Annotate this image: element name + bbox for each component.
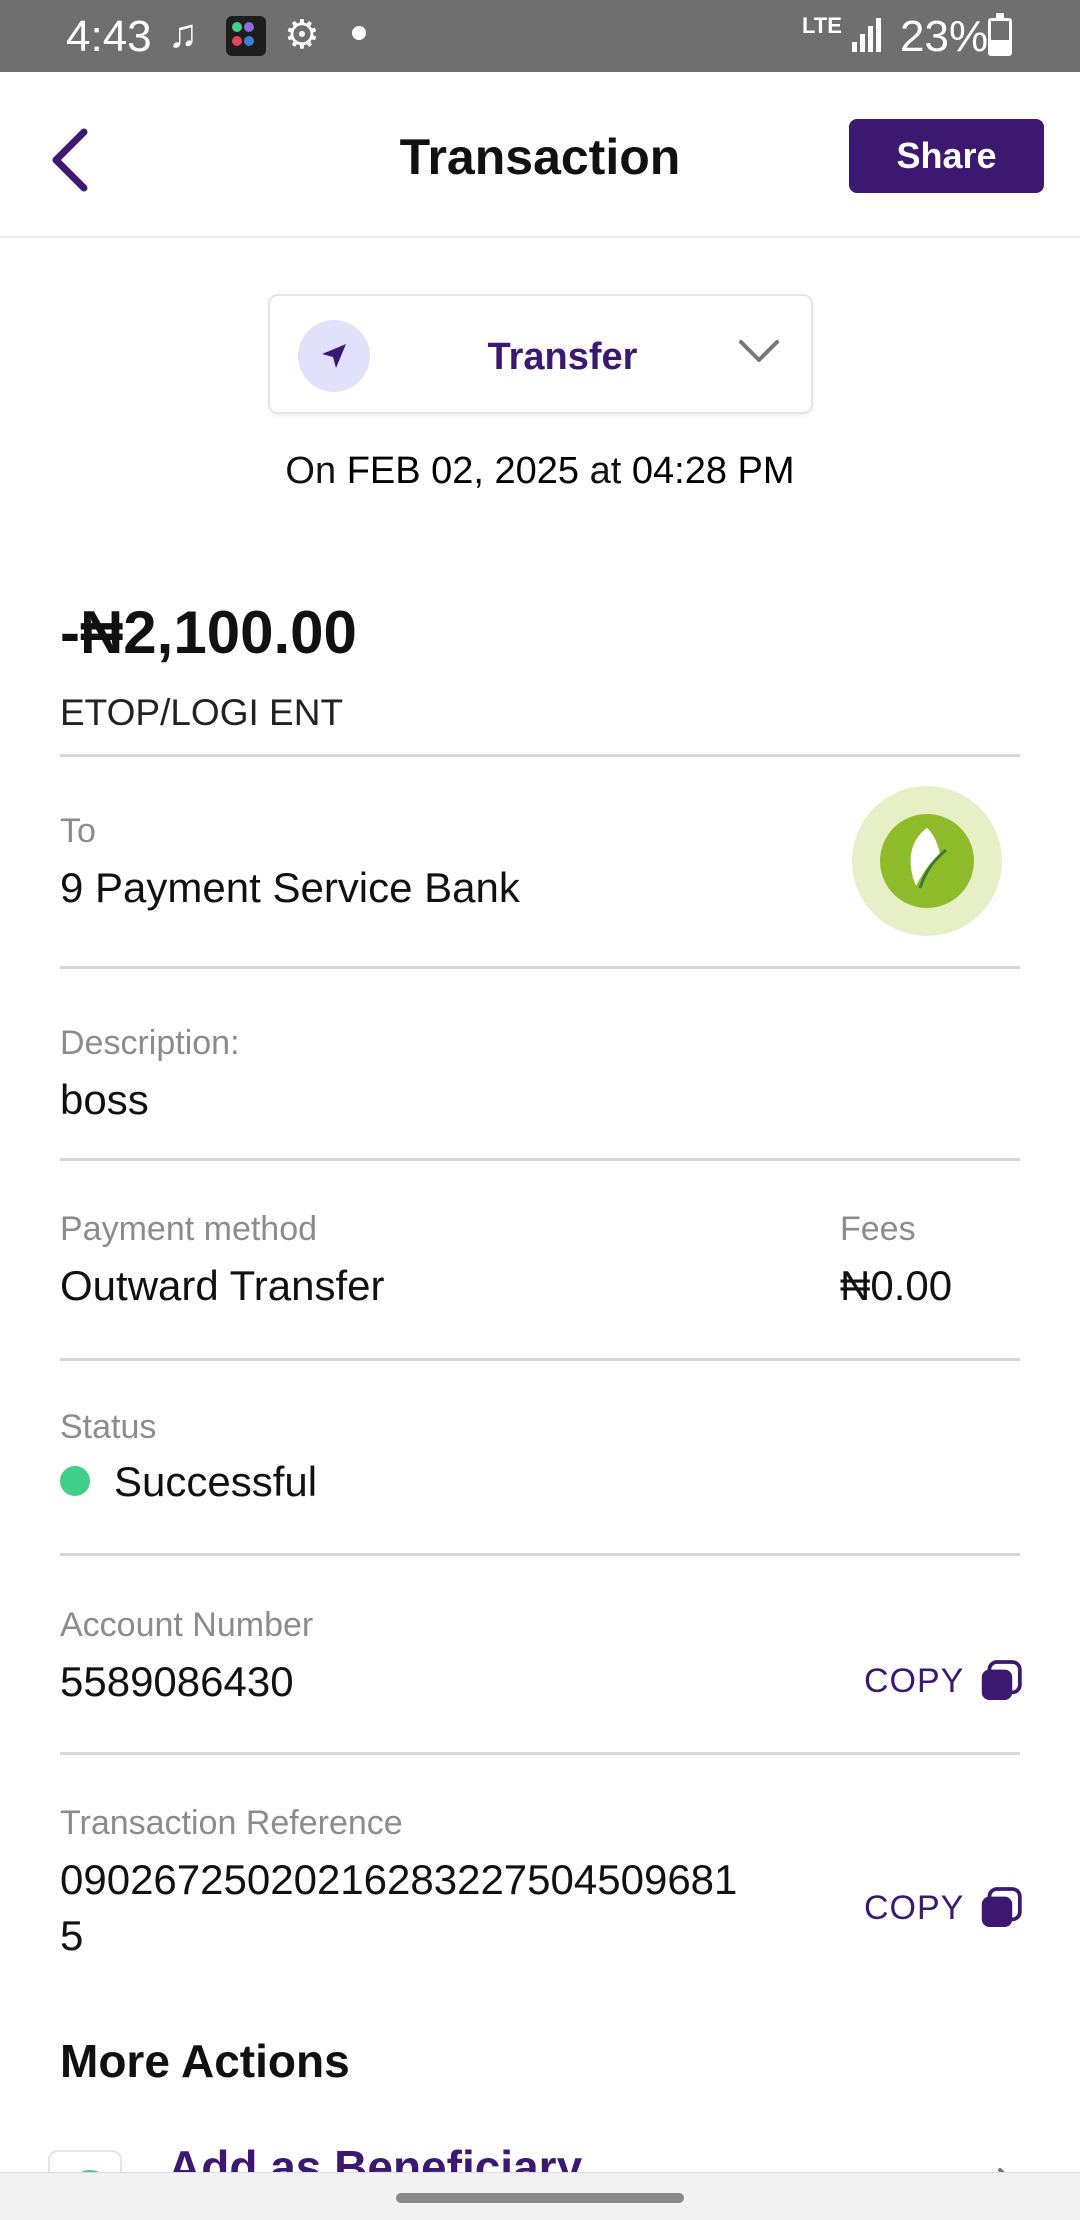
divider [60, 754, 1020, 757]
divider [60, 966, 1020, 969]
copy-account-number-button[interactable]: COPY [864, 1651, 1024, 1711]
copy-reference-button[interactable]: COPY [864, 1878, 1024, 1938]
share-button[interactable]: Share [849, 119, 1044, 193]
reference-value-line2: 5 [60, 1912, 84, 1959]
divider [60, 1752, 1020, 1755]
gear-icon: ⚙ [284, 13, 320, 57]
system-nav-bar [0, 2172, 1080, 2220]
copy-label: COPY [864, 1888, 965, 1927]
account-number-value: 5589086430 [60, 1658, 294, 1705]
datetime-at: at [589, 450, 622, 492]
network-type: LTE [802, 13, 842, 38]
reference-label: Transaction Reference [60, 1804, 403, 1842]
divider [60, 1358, 1020, 1361]
app-header: Transaction Share [0, 72, 1080, 238]
to-label: To [60, 812, 96, 850]
datetime-prefix: On [285, 450, 337, 492]
chevron-down-icon [739, 340, 779, 362]
account-number-label: Account Number [60, 1606, 314, 1644]
home-indicator[interactable] [396, 2193, 684, 2203]
notification-dot-icon [352, 26, 366, 40]
fees-label: Fees [840, 1210, 916, 1248]
status-value: Successful [114, 1458, 318, 1505]
divider [60, 1158, 1020, 1161]
status-bar: 4:43 ♫ ⚙ LTE 23% [0, 0, 1080, 72]
copy-icon [982, 1887, 1023, 1928]
bank-logo [852, 786, 1002, 936]
transaction-type-label: Transfer [487, 336, 638, 378]
transaction-amount: -₦2,100.00 [60, 599, 357, 666]
transaction-time: 04:28 PM [631, 450, 795, 492]
battery-percent: 23% [900, 12, 989, 61]
transaction-datetime: On FEB 02, 2025 at 04:28 PM [0, 450, 1080, 493]
to-bank-name: 9 Payment Service Bank [60, 864, 520, 911]
fees-value: ₦0.00 [840, 1262, 953, 1309]
transaction-date: FEB 02, 2025 [346, 450, 580, 492]
status-time: 4:43 [66, 12, 152, 61]
music-icon: ♫ [168, 12, 198, 56]
copy-icon [982, 1660, 1023, 1701]
status-success-dot [60, 1466, 90, 1496]
description-value: boss [60, 1076, 149, 1123]
battery-icon [988, 13, 1012, 56]
payment-method-label: Payment method [60, 1210, 318, 1248]
divider [60, 1553, 1020, 1556]
signal-icon [852, 16, 888, 52]
description-label: Description: [60, 1024, 240, 1062]
status-label: Status [60, 1408, 157, 1446]
copy-label: COPY [864, 1661, 965, 1700]
more-actions-title: More Actions [60, 2035, 350, 2087]
reference-value-line1: 09026725020216283227504509681 [60, 1856, 738, 1903]
app-folder-icon [226, 16, 266, 56]
transaction-type-dropdown[interactable]: Transfer [268, 294, 813, 414]
payee-name: ETOP/LOGI ENT [60, 692, 344, 733]
payment-method-value: Outward Transfer [60, 1262, 385, 1309]
